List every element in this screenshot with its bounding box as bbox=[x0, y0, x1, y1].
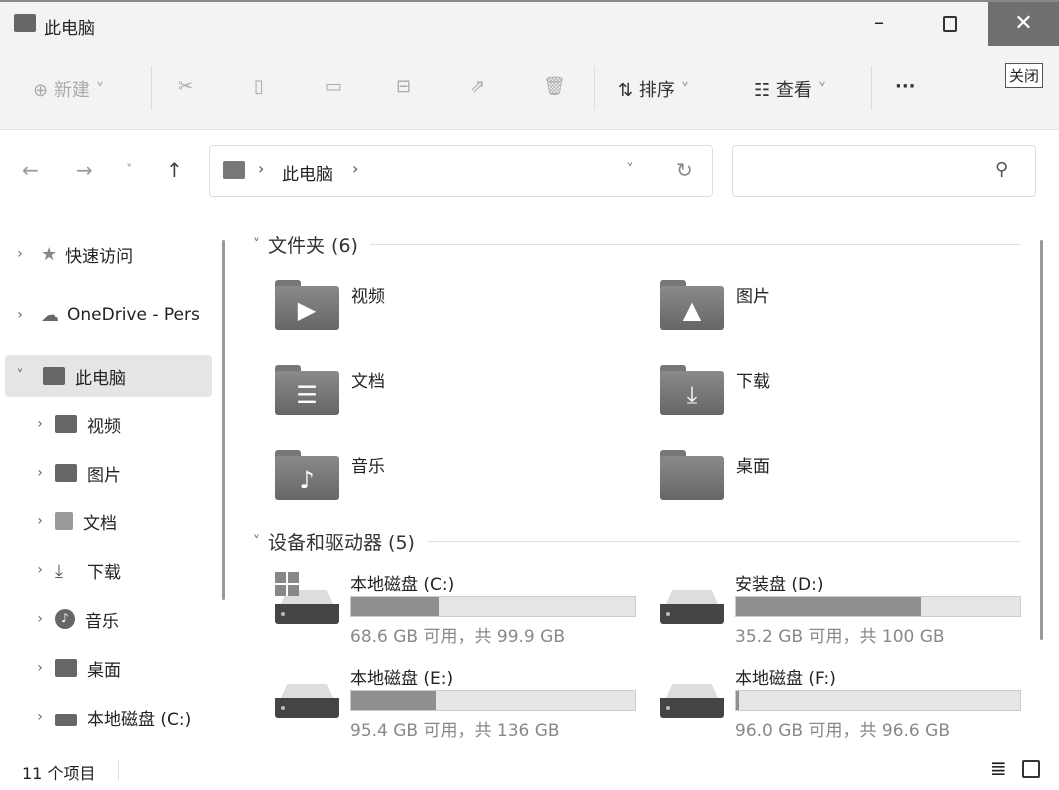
tiles-view-button[interactable] bbox=[1022, 760, 1040, 778]
drive-f-usage-bar bbox=[735, 690, 1021, 711]
copy-button[interactable]: ▯ bbox=[254, 76, 264, 97]
drive-e-space-info: 95.4 GB 可用，共 136 GB bbox=[350, 721, 560, 741]
recent-dropdown[interactable]: ˅ bbox=[126, 163, 133, 178]
music-icon: ♪ bbox=[55, 609, 75, 629]
computer-icon bbox=[43, 367, 65, 385]
search-input[interactable]: ⚲ bbox=[732, 145, 1036, 197]
maximize-button[interactable] bbox=[943, 16, 957, 32]
drive-c-usage-bar bbox=[350, 596, 636, 617]
view-icon: ☷ bbox=[754, 80, 771, 101]
folder-videos[interactable]: 视频 bbox=[351, 282, 385, 307]
new-button[interactable]: ⊕ 新建 ˅ bbox=[33, 76, 105, 102]
title-bar: 此电脑 – ✕ bbox=[0, 0, 1059, 46]
sidebar-item-documents[interactable]: › 文档 bbox=[5, 500, 212, 542]
folder-desktop[interactable]: 桌面 bbox=[736, 452, 770, 477]
download-icon: ⤓ bbox=[55, 561, 63, 582]
document-icon bbox=[55, 512, 73, 530]
sidebar-item-this-pc[interactable]: ˅ 此电脑 bbox=[5, 355, 212, 397]
videos-folder-icon[interactable]: ▶ bbox=[275, 280, 339, 330]
drive-e-name[interactable]: 本地磁盘 (E:) bbox=[350, 664, 453, 689]
documents-folder-icon[interactable]: ☰ bbox=[275, 365, 339, 415]
content-scrollbar[interactable] bbox=[1040, 240, 1043, 640]
item-count: 11 个项目 bbox=[22, 764, 96, 783]
usage-bar-fill bbox=[351, 597, 440, 616]
drive-d-name[interactable]: 安装盘 (D:) bbox=[735, 570, 824, 595]
address-bar[interactable]: › 此电脑 › ˅ ↻ bbox=[209, 145, 713, 197]
rename-button[interactable]: ⊟ bbox=[396, 76, 411, 97]
sidebar-item-pictures[interactable]: › 图片 bbox=[5, 452, 212, 494]
status-bar: 11 个项目 ≣ bbox=[0, 750, 1059, 790]
breadcrumb-separator: › bbox=[258, 159, 265, 178]
drive-d-usage-bar bbox=[735, 596, 1021, 617]
sidebar-item-onedrive[interactable]: › ☁ OneDrive - Pers bbox=[5, 294, 212, 336]
divider bbox=[118, 760, 119, 780]
folder-documents[interactable]: 文档 bbox=[351, 367, 385, 392]
sidebar-item-drive-c[interactable]: › 本地磁盘 (C:) bbox=[5, 696, 212, 738]
up-button[interactable]: ↑ bbox=[166, 158, 183, 182]
drive-c-space-info: 68.6 GB 可用，共 99.9 GB bbox=[350, 627, 565, 647]
hard-drive-icon[interactable] bbox=[660, 590, 724, 624]
drive-e-usage-bar bbox=[350, 690, 636, 711]
video-icon bbox=[55, 415, 77, 433]
forward-button[interactable]: → bbox=[76, 158, 93, 182]
breadcrumb-separator: › bbox=[352, 159, 359, 178]
close-button[interactable]: ✕ bbox=[988, 2, 1059, 46]
desktop-folder-icon[interactable] bbox=[660, 450, 724, 500]
paste-button[interactable]: ▭ bbox=[325, 76, 342, 97]
cut-button[interactable]: ✂ bbox=[178, 76, 193, 97]
usage-bar-fill bbox=[736, 597, 921, 616]
desktop-icon bbox=[55, 659, 77, 677]
sidebar-item-downloads[interactable]: › ⤓ 下载 bbox=[5, 549, 212, 591]
minimize-button[interactable]: – bbox=[874, 10, 884, 34]
divider bbox=[151, 66, 152, 110]
sidebar-item-music[interactable]: › ♪ 音乐 bbox=[5, 598, 212, 640]
folder-downloads[interactable]: 下载 bbox=[736, 367, 770, 392]
details-view-button[interactable]: ≣ bbox=[990, 756, 1007, 780]
usage-bar-fill bbox=[351, 691, 437, 710]
usage-bar-fill bbox=[736, 691, 739, 710]
delete-button[interactable]: 🗑 bbox=[543, 76, 566, 97]
share-button[interactable]: ⇗ bbox=[470, 76, 485, 97]
divider bbox=[594, 66, 595, 110]
window-title: 此电脑 bbox=[44, 19, 95, 39]
search-icon: ⚲ bbox=[995, 159, 1009, 180]
refresh-button[interactable]: ↻ bbox=[676, 158, 693, 182]
sort-icon: ⇅ bbox=[618, 80, 634, 101]
sidebar-item-desktop[interactable]: › 桌面 bbox=[5, 647, 212, 689]
plus-circle-icon: ⊕ bbox=[33, 80, 49, 101]
drive-c-name[interactable]: 本地磁盘 (C:) bbox=[350, 570, 454, 595]
music-folder-icon[interactable]: ♪ bbox=[275, 450, 339, 500]
address-dropdown[interactable]: ˅ bbox=[626, 160, 634, 179]
computer-icon bbox=[14, 14, 36, 32]
close-tooltip: 关闭 bbox=[1005, 63, 1044, 88]
downloads-folder-icon[interactable]: ⤓ bbox=[660, 365, 724, 415]
pictures-folder-icon[interactable]: ▲ bbox=[660, 280, 724, 330]
picture-icon bbox=[55, 464, 77, 482]
sidebar-scrollbar[interactable] bbox=[222, 240, 225, 600]
more-button[interactable]: ··· bbox=[895, 76, 916, 97]
windows-logo-icon bbox=[275, 572, 299, 596]
computer-icon bbox=[223, 161, 245, 179]
drive-f-name[interactable]: 本地磁盘 (F:) bbox=[735, 664, 836, 689]
hard-drive-icon[interactable] bbox=[275, 684, 339, 718]
sidebar-item-videos[interactable]: › 视频 bbox=[5, 403, 212, 445]
star-icon: ★ bbox=[41, 243, 58, 265]
drive-d-space-info: 35.2 GB 可用，共 100 GB bbox=[735, 627, 945, 647]
folder-pictures[interactable]: 图片 bbox=[736, 282, 770, 307]
breadcrumb-this-pc[interactable]: 此电脑 bbox=[282, 160, 333, 185]
hard-drive-icon[interactable] bbox=[660, 684, 724, 718]
view-button[interactable]: ☷ 查看 ˅ bbox=[754, 76, 827, 102]
drive-icon bbox=[55, 714, 77, 726]
folders-section-header[interactable]: ˅ 文件夹 (6) bbox=[253, 231, 1021, 258]
folder-music[interactable]: 音乐 bbox=[351, 452, 385, 477]
sidebar-item-quick-access[interactable]: › ★ 快速访问 bbox=[5, 233, 212, 275]
drive-f-space-info: 96.0 GB 可用，共 96.6 GB bbox=[735, 721, 950, 741]
divider bbox=[871, 66, 872, 110]
cloud-icon: ☁ bbox=[41, 304, 59, 326]
back-button[interactable]: ← bbox=[22, 158, 39, 182]
drives-section-header[interactable]: ˅ 设备和驱动器 (5) bbox=[253, 528, 1021, 555]
sort-button[interactable]: ⇅ 排序 ˅ bbox=[618, 76, 690, 102]
